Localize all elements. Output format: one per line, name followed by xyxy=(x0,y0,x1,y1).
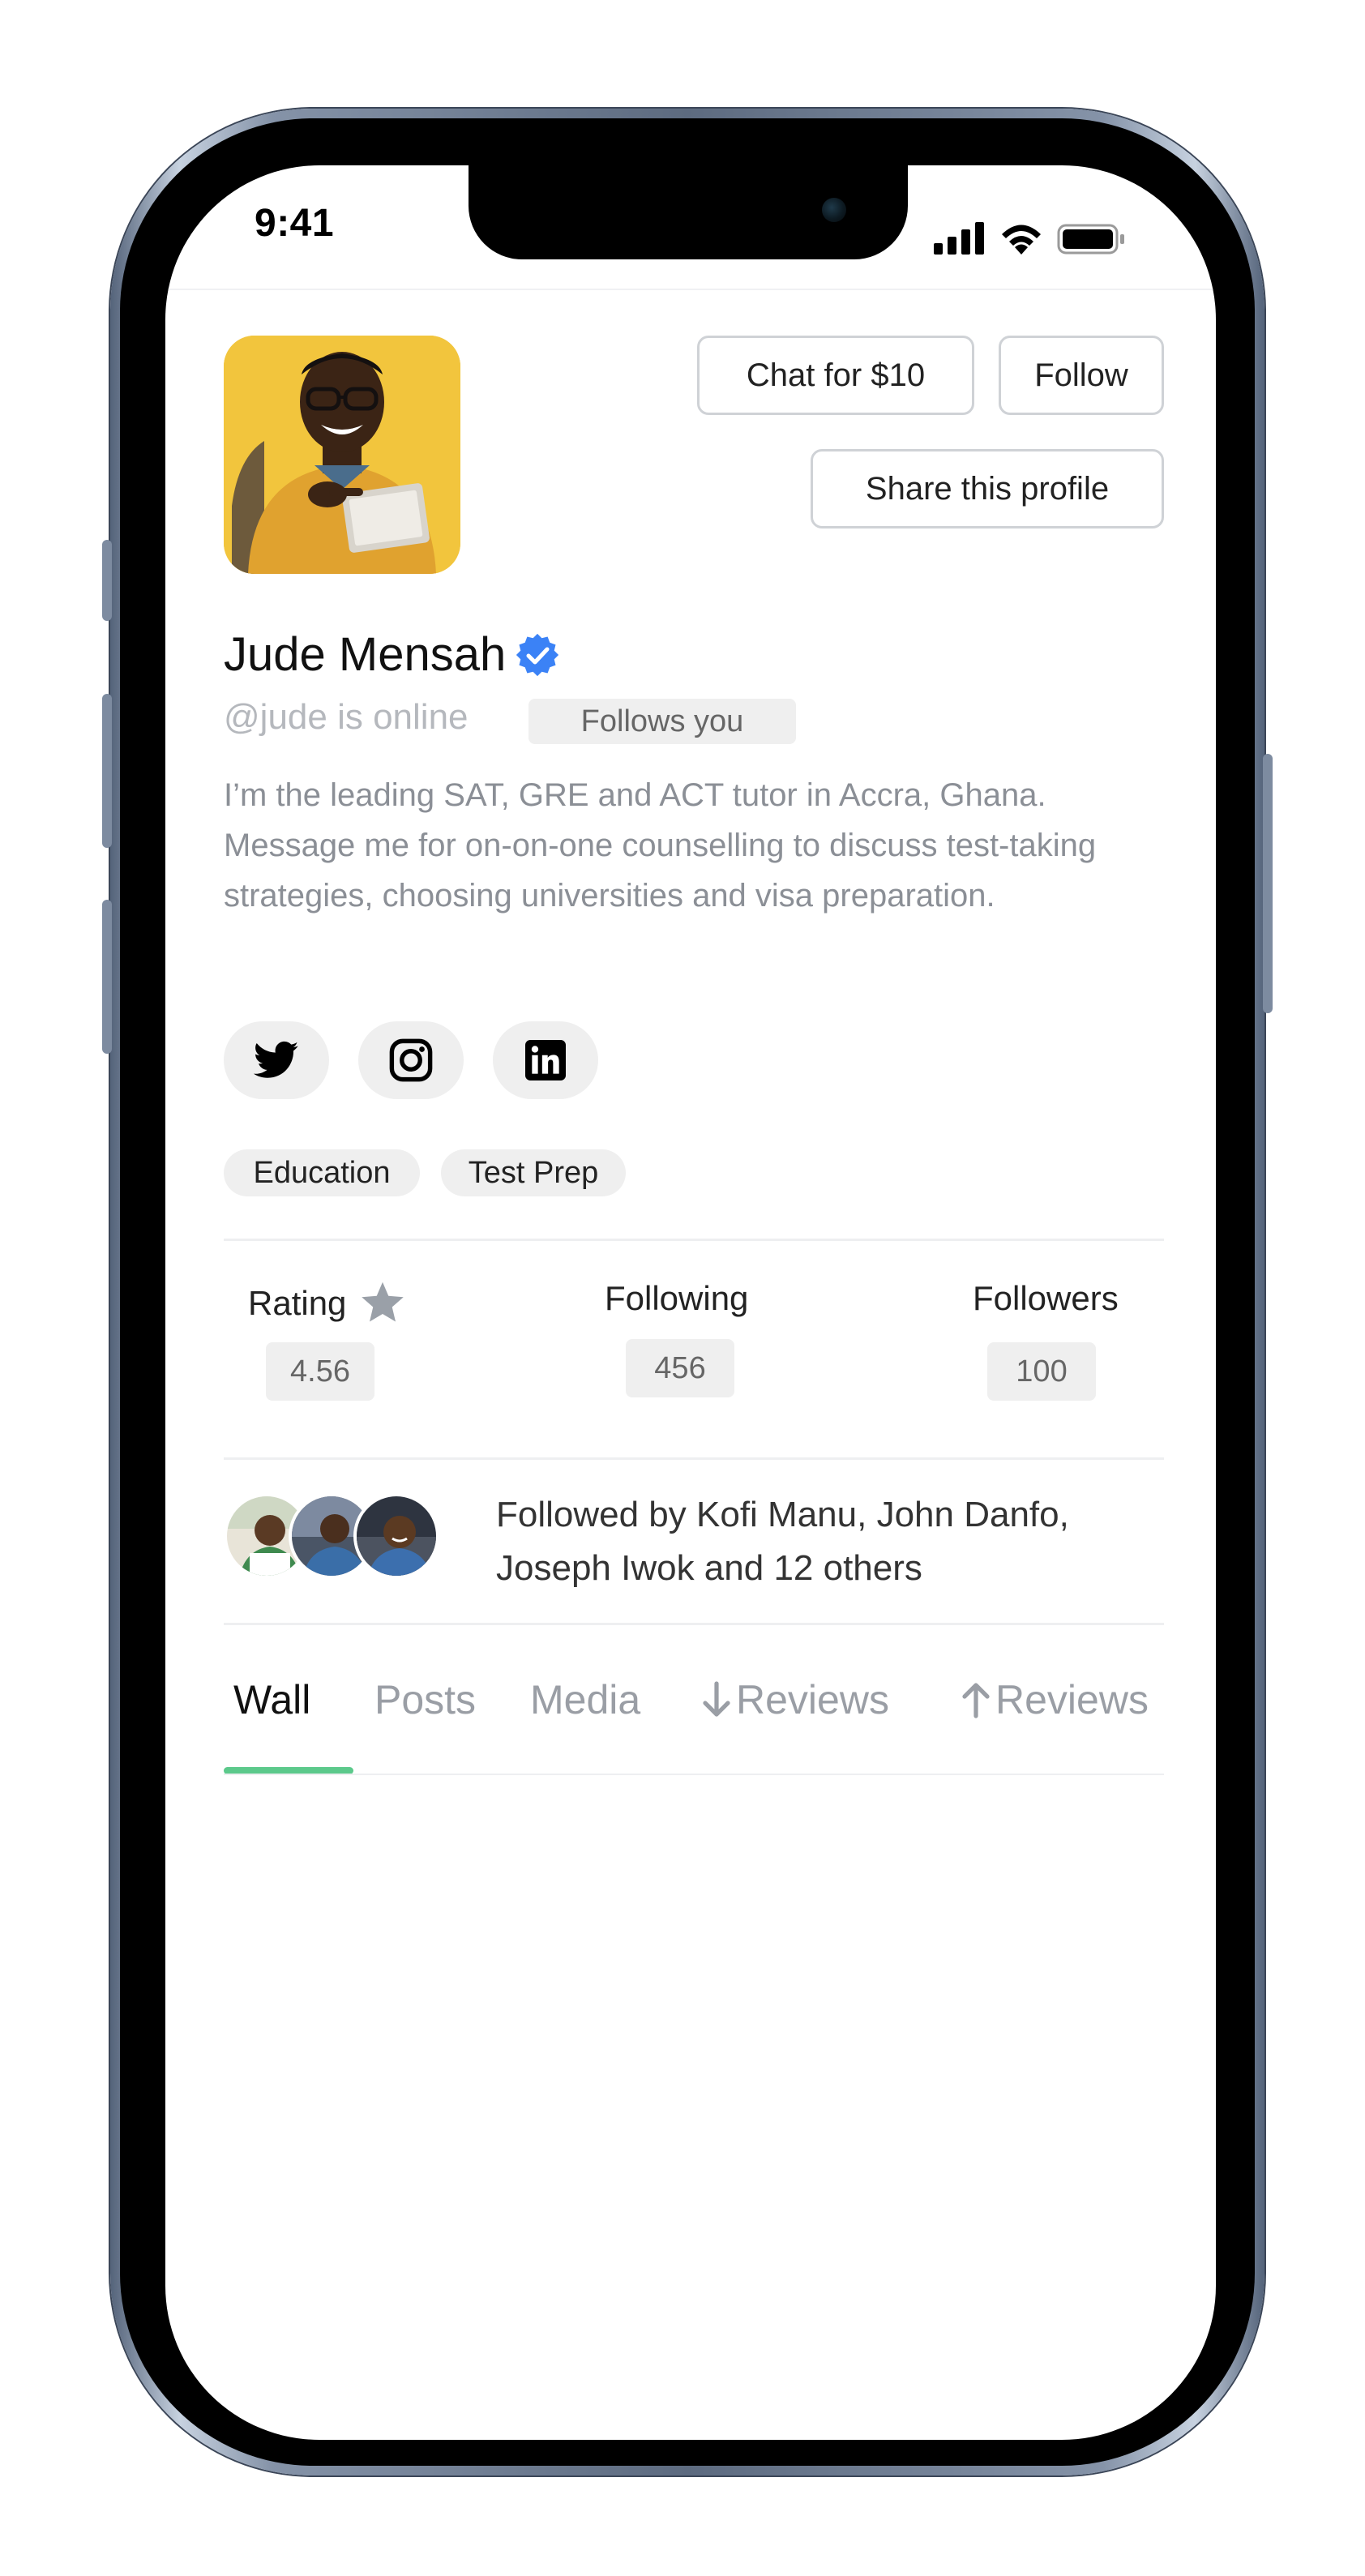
wifi-icon xyxy=(1002,225,1041,255)
side-button-volume-down xyxy=(102,900,112,1054)
star-icon xyxy=(362,1282,404,1322)
side-button-volume-up xyxy=(102,694,112,848)
following-value[interactable]: 456 xyxy=(626,1339,734,1397)
tab-reviews-received[interactable]: Reviews xyxy=(700,1676,889,1723)
side-button-power xyxy=(1263,754,1273,1013)
signal-icon xyxy=(934,222,984,255)
profile-name-row: Jude Mensah xyxy=(224,627,559,682)
followers-label[interactable]: Followers xyxy=(973,1279,1119,1318)
tag-education[interactable]: Education xyxy=(224,1149,420,1196)
tab-wall[interactable]: Wall xyxy=(233,1676,310,1723)
tab-reviews-received-label: Reviews xyxy=(736,1677,889,1722)
battery-icon xyxy=(1057,224,1124,255)
divider-stats-bottom xyxy=(224,1457,1164,1460)
side-button-mute xyxy=(102,540,112,621)
tab-posts[interactable]: Posts xyxy=(374,1676,476,1723)
linkedin-icon xyxy=(525,1040,566,1080)
tab-reviews-given-label: Reviews xyxy=(995,1677,1149,1722)
share-profile-button[interactable]: Share this profile xyxy=(811,449,1164,528)
divider-tabs-bottom xyxy=(224,1774,1164,1775)
arrow-up-icon xyxy=(962,1683,990,1718)
arrow-down-icon xyxy=(703,1681,730,1717)
profile-avatar[interactable] xyxy=(224,336,460,574)
status-time: 9:41 xyxy=(255,202,335,245)
profile-name: Jude Mensah xyxy=(224,628,507,681)
tag-test-prep[interactable]: Test Prep xyxy=(441,1149,626,1196)
notch xyxy=(469,165,908,259)
instagram-icon xyxy=(389,1038,433,1082)
followers-value[interactable]: 100 xyxy=(987,1342,1096,1401)
instagram-button[interactable] xyxy=(358,1021,464,1099)
twitter-icon xyxy=(254,1041,299,1078)
divider-stats-top xyxy=(224,1239,1164,1241)
twitter-button[interactable] xyxy=(224,1021,329,1099)
follow-button[interactable]: Follow xyxy=(999,336,1164,415)
following-label[interactable]: Following xyxy=(605,1279,748,1318)
profile-bio: I’m the leading SAT, GRE and ACT tutor i… xyxy=(224,777,1097,914)
front-camera-icon xyxy=(822,198,846,222)
tab-media[interactable]: Media xyxy=(530,1676,640,1723)
linkedin-button[interactable] xyxy=(493,1021,598,1099)
rating-label-row: Rating xyxy=(248,1279,408,1328)
follows-you-badge: Follows you xyxy=(528,699,796,744)
followed-by-text[interactable]: Followed by Kofi Manu, John Danfo, Josep… xyxy=(496,1488,1169,1595)
phone-screen: 9:41 Chat for $10 Follow Share this prof… xyxy=(165,165,1216,2440)
header-divider xyxy=(165,289,1216,290)
rating-value: 4.56 xyxy=(266,1342,374,1401)
tab-reviews-given[interactable]: Reviews xyxy=(960,1676,1149,1723)
status-icons xyxy=(934,222,1136,255)
divider-tabs-top xyxy=(224,1623,1164,1625)
rating-label: Rating xyxy=(248,1284,347,1322)
chat-button[interactable]: Chat for $10 xyxy=(697,336,974,415)
follower-avatar-3[interactable] xyxy=(353,1493,439,1579)
verified-badge-icon xyxy=(516,633,559,676)
handle-status: @jude is online xyxy=(224,697,469,737)
